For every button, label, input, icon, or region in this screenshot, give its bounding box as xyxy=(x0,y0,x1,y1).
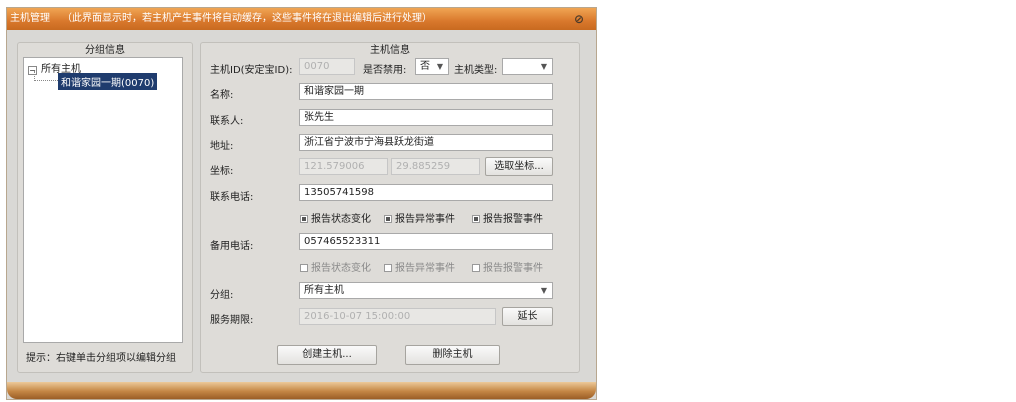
checkbox-icon xyxy=(384,215,392,223)
phone-report-exception-checkbox[interactable]: 报告异常事件 xyxy=(384,210,455,225)
checkbox-icon xyxy=(300,264,308,272)
tree-connector xyxy=(34,80,58,81)
coord-label: 坐标: xyxy=(210,166,234,177)
window-bottom-bar xyxy=(7,382,596,399)
group-label: 分组: xyxy=(210,290,234,301)
backup-report-status-checkbox[interactable]: 报告状态变化 xyxy=(300,259,371,274)
service-label: 服务期限: xyxy=(210,315,254,326)
service-field: 2016-10-07 15:00:00 xyxy=(299,308,496,325)
host-id-label: 主机ID(安定宝ID): xyxy=(210,65,293,76)
name-field[interactable]: 和谐家园一期 xyxy=(299,83,553,100)
name-label: 名称: xyxy=(210,90,234,101)
checkbox-label: 报告异常事件 xyxy=(395,214,455,225)
contact-label: 联系人: xyxy=(210,116,244,127)
contact-field[interactable]: 张先生 xyxy=(299,109,553,126)
host-type-select[interactable]: ▼ xyxy=(502,58,553,75)
disabled-value: 否 xyxy=(420,61,430,72)
checkbox-icon xyxy=(472,264,480,272)
chevron-down-icon: ▼ xyxy=(540,62,547,71)
window-title: 主机管理 xyxy=(10,13,50,24)
checkbox-label: 报告状态变化 xyxy=(311,263,371,274)
group-select[interactable]: 所有主机 ▼ xyxy=(299,282,553,299)
host-management-window: 主机管理 （此界面显示时，若主机产生事件将自动缓存，这些事件将在退出编辑后进行处理… xyxy=(6,7,597,400)
tree-item-selected[interactable]: 和谐家园一期(0070) xyxy=(58,73,158,90)
coord-y-field: 29.885259 xyxy=(391,158,480,175)
group-panel-title: 分组信息 xyxy=(85,45,125,56)
create-host-button[interactable]: 创建主机... xyxy=(277,345,377,365)
delete-host-button[interactable]: 删除主机 xyxy=(405,345,500,365)
backup-report-alarm-checkbox[interactable]: 报告报警事件 xyxy=(472,259,543,274)
checkbox-icon xyxy=(300,215,308,223)
pick-coord-button[interactable]: 选取坐标... xyxy=(485,157,553,176)
group-tree[interactable]: − 所有主机 和谐家园一期(0070) xyxy=(23,57,183,343)
backup-phone-field[interactable]: 057465523311 xyxy=(299,233,553,250)
title-bar[interactable]: 主机管理 （此界面显示时，若主机产生事件将自动缓存，这些事件将在退出编辑后进行处理… xyxy=(7,8,596,30)
chevron-down-icon: ▼ xyxy=(540,286,547,295)
phone-field[interactable]: 13505741598 xyxy=(299,184,553,201)
backup-report-exception-checkbox[interactable]: 报告异常事件 xyxy=(384,259,455,274)
phone-label: 联系电话: xyxy=(210,192,254,203)
address-label: 地址: xyxy=(210,141,234,152)
checkbox-icon xyxy=(384,264,392,272)
address-field[interactable]: 浙江省宁波市宁海县跃龙街道 xyxy=(299,134,553,151)
window-title-note: （此界面显示时，若主机产生事件将自动缓存，这些事件将在退出编辑后进行处理） xyxy=(62,13,432,24)
phone-report-status-checkbox[interactable]: 报告状态变化 xyxy=(300,210,371,225)
host-id-field: 0070 xyxy=(299,58,355,75)
disabled-select[interactable]: 否 ▼ xyxy=(415,58,449,75)
backup-phone-label: 备用电话: xyxy=(210,241,254,252)
host-panel-title: 主机信息 xyxy=(370,45,410,56)
extend-button[interactable]: 延长 xyxy=(502,307,553,326)
phone-report-alarm-checkbox[interactable]: 报告报警事件 xyxy=(472,210,543,225)
checkbox-label: 报告报警事件 xyxy=(483,263,543,274)
close-icon[interactable]: ⊘ xyxy=(572,12,586,26)
checkbox-label: 报告报警事件 xyxy=(483,214,543,225)
checkbox-label: 报告异常事件 xyxy=(395,263,455,274)
coord-x-field: 121.579006 xyxy=(299,158,388,175)
group-hint: 提示：右键单击分组项以编辑分组 xyxy=(26,353,176,364)
checkbox-icon xyxy=(472,215,480,223)
chevron-down-icon: ▼ xyxy=(436,62,443,71)
host-type-label: 主机类型: xyxy=(454,65,498,76)
disabled-label: 是否禁用: xyxy=(363,65,407,76)
checkbox-label: 报告状态变化 xyxy=(311,214,371,225)
collapse-icon[interactable]: − xyxy=(28,66,37,75)
group-value: 所有主机 xyxy=(304,285,344,296)
